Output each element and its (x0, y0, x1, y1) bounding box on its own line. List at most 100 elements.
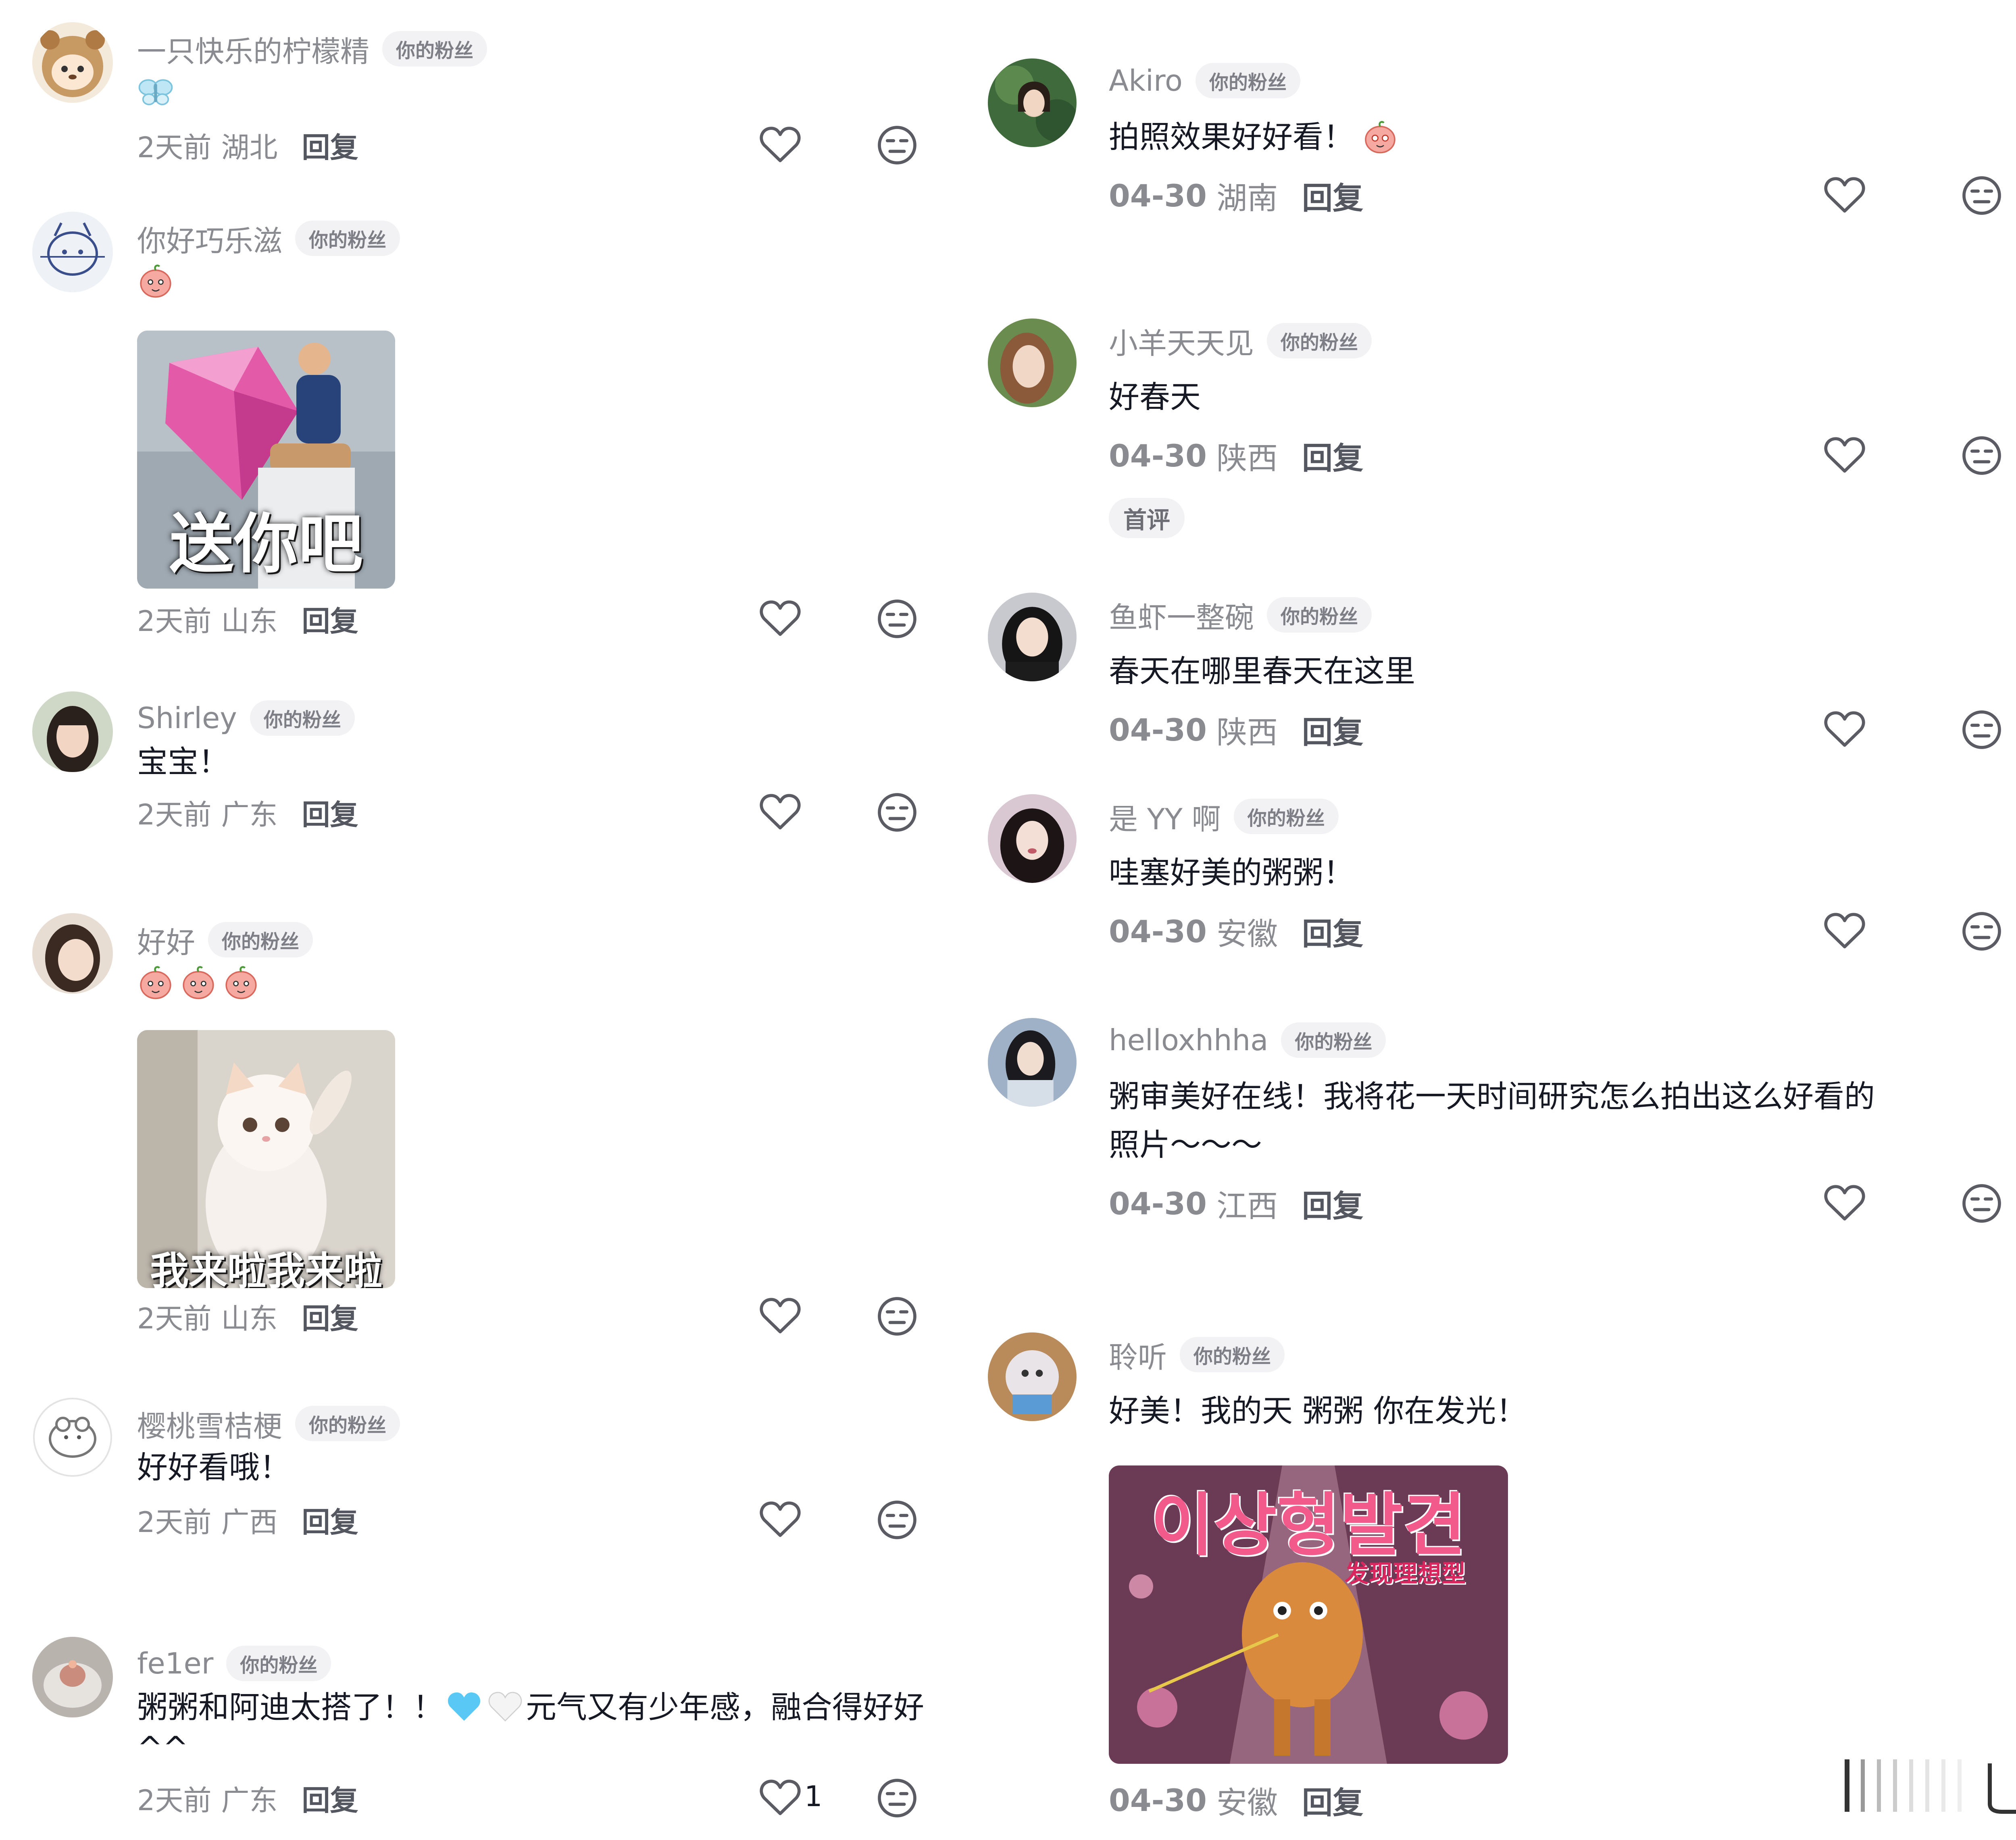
sticker-image[interactable]: 我来啦我来啦 (137, 1030, 395, 1288)
heart-outline-icon[interactable] (758, 1776, 802, 1820)
reply-button[interactable]: 回复 (1302, 1181, 1363, 1226)
avatar[interactable] (988, 1018, 1077, 1107)
user-name[interactable]: 小羊天天见 (1109, 320, 1254, 362)
user-name[interactable]: 好好 (137, 919, 195, 961)
user-name[interactable]: 你好巧乐滋 (137, 217, 282, 260)
comment-text-part: 元气又有少年感，融合得好好 (526, 1689, 924, 1725)
comment-time: 04-30 (1109, 177, 1207, 214)
heart-outline-icon[interactable] (1822, 1181, 1867, 1226)
fan-badge: 你的粉丝 (226, 1646, 331, 1681)
comment-location: 广东 (221, 1784, 278, 1817)
sticker-image[interactable]: 이상형발견 发现理想型 (1109, 1465, 1508, 1764)
comment-text-part: 拍照效果好好看！ (1109, 119, 1354, 155)
avatar[interactable] (988, 318, 1077, 407)
reply-button[interactable]: 回复 (302, 125, 358, 166)
user-name[interactable]: 聆听 (1109, 1334, 1167, 1376)
fan-badge: 你的粉丝 (295, 1406, 400, 1441)
butterfly-emoji-icon (137, 73, 174, 110)
comment-text-continued: 照片～～～ (1109, 1127, 1262, 1163)
avatar[interactable] (988, 58, 1077, 147)
comment-time: 2天前 (137, 131, 212, 164)
comment-location: 湖北 (221, 131, 278, 164)
heart-outline-icon[interactable] (1822, 433, 1867, 478)
reply-button[interactable]: 回复 (302, 1296, 358, 1337)
comment-time: 04-30 (1109, 1782, 1207, 1818)
comment-item: helloxhhha 你的粉丝 粥审美好在线！我将花一天时间研究怎么拍出这么好看… (988, 1018, 2016, 1244)
user-name[interactable]: 一只快乐的柠檬精 (137, 28, 369, 70)
comment-location: 湖南 (1216, 180, 1278, 216)
fan-badge: 你的粉丝 (295, 221, 400, 256)
comment-text: 好美！我的天 粥粥 你在发光！ (1109, 1393, 1527, 1429)
neutral-face-icon[interactable] (875, 123, 919, 167)
peach-emoji-icon (137, 262, 174, 299)
fan-badge: 你的粉丝 (1233, 799, 1339, 834)
heart-outline-icon[interactable] (758, 790, 802, 835)
avatar[interactable] (32, 1397, 113, 1478)
comment-text-continued: ^^ (137, 1730, 189, 1765)
comment-text-part: 粥粥和阿迪太搭了！！ (137, 1689, 444, 1725)
avatar[interactable] (32, 691, 113, 772)
neutral-face-icon[interactable] (875, 1776, 919, 1820)
heart-outline-icon[interactable] (1822, 909, 1867, 953)
comment-location: 山东 (221, 604, 278, 638)
heart-outline-icon[interactable] (758, 1498, 802, 1542)
comment-list-page: 一只快乐的柠檬精 你的粉丝 2天前 湖北 回复 你好巧乐滋 你的粉丝 送你吧 2… (0, 0, 2016, 1840)
heart-outline-icon[interactable] (758, 123, 802, 167)
user-name[interactable]: fe1er (137, 1646, 213, 1680)
heart-outline-icon[interactable] (1822, 173, 1867, 218)
comment-location: 安徽 (1216, 916, 1278, 952)
reply-button[interactable]: 回复 (302, 599, 358, 639)
comment-text: 宝宝！ (137, 744, 229, 780)
reply-button[interactable]: 回复 (1302, 433, 1363, 478)
comment-time: 04-30 (1109, 913, 1207, 949)
avatar[interactable] (32, 1637, 113, 1717)
heart-outline-icon[interactable] (1822, 708, 1867, 752)
avatar[interactable] (32, 913, 113, 994)
user-name[interactable]: 是 YY 啊 (1109, 795, 1221, 838)
comment-item: fe1er 你的粉丝 粥粥和阿迪太搭了！！ 元气又有少年感，融合得好好 ^^ 2天… (32, 1637, 927, 1830)
comment-text: 好好看哦！ (137, 1449, 290, 1485)
avatar[interactable] (32, 212, 113, 292)
avatar[interactable] (988, 593, 1077, 681)
fan-badge: 你的粉丝 (1267, 323, 1372, 358)
user-name[interactable]: 樱桃雪桔梗 (137, 1403, 282, 1445)
comment-time: 2天前 (137, 798, 212, 831)
user-name[interactable]: 鱼虾一整碗 (1109, 594, 1254, 636)
neutral-face-icon[interactable] (1960, 1181, 2004, 1226)
fan-badge: 你的粉丝 (208, 922, 313, 957)
comment-location: 陕西 (1216, 440, 1278, 476)
comment-item: 鱼虾一整碗 你的粉丝 春天在哪里春天在这里 04-30 陕西 回复 (988, 593, 2016, 762)
comment-location: 陕西 (1216, 714, 1278, 750)
heart-outline-icon[interactable] (758, 1294, 802, 1338)
avatar[interactable] (32, 22, 113, 103)
neutral-face-icon[interactable] (1960, 708, 2004, 752)
user-name[interactable]: Shirley (137, 701, 237, 735)
peach-emoji-icon (180, 964, 217, 1001)
comment-time: 2天前 (137, 1784, 212, 1817)
reply-button[interactable]: 回复 (1302, 708, 1363, 752)
user-name[interactable]: helloxhhha (1109, 1023, 1268, 1057)
neutral-face-icon[interactable] (875, 790, 919, 835)
reply-button[interactable]: 回复 (302, 1500, 358, 1540)
avatar[interactable] (988, 1332, 1077, 1421)
comment-time: 2天前 (137, 604, 212, 638)
comment-item: 是 YY 啊 你的粉丝 哇塞好美的粥粥！ 04-30 安徽 回复 (988, 794, 2016, 964)
sticker-image[interactable]: 送你吧 (137, 331, 395, 589)
comment-item: 樱桃雪桔梗 你的粉丝 好好看哦！ 2天前 广西 回复 (32, 1397, 927, 1550)
neutral-face-icon[interactable] (1960, 909, 2004, 953)
neutral-face-icon[interactable] (1960, 433, 2004, 478)
neutral-face-icon[interactable] (875, 1294, 919, 1338)
reply-button[interactable]: 回复 (1302, 173, 1363, 218)
comment-text: 粥审美好在线！我将花一天时间研究怎么拍出这么好看的 (1109, 1078, 1875, 1114)
scroll-indicator-icon[interactable] (1829, 1755, 2016, 1816)
neutral-face-icon[interactable] (875, 597, 919, 641)
neutral-face-icon[interactable] (875, 1498, 919, 1542)
reply-button[interactable]: 回复 (1302, 909, 1363, 953)
reply-button[interactable]: 回复 (1302, 1778, 1363, 1822)
avatar[interactable] (988, 794, 1077, 883)
heart-outline-icon[interactable] (758, 597, 802, 641)
neutral-face-icon[interactable] (1960, 173, 2004, 218)
user-name[interactable]: Akiro (1109, 64, 1183, 98)
reply-button[interactable]: 回复 (302, 792, 358, 833)
reply-button[interactable]: 回复 (302, 1778, 358, 1819)
